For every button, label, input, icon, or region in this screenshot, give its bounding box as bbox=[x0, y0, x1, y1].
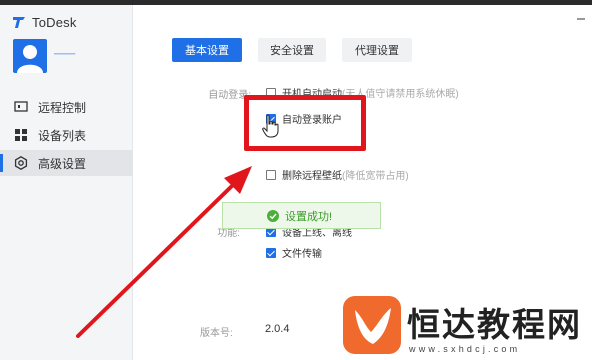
sidebar-item-label: 远程控制 bbox=[38, 100, 87, 115]
remove-wallpaper-label: 删除远程壁纸 bbox=[282, 171, 342, 182]
tab-basic-settings[interactable]: 基本设置 bbox=[172, 38, 242, 62]
tab-label: 代理设置 bbox=[355, 45, 399, 57]
sidebar-item-label: 高级设置 bbox=[38, 156, 87, 171]
file-transfer-option[interactable]: 文件传输 bbox=[266, 245, 322, 260]
check-circle-icon bbox=[267, 210, 279, 222]
version-value: 2.0.4 bbox=[265, 323, 290, 335]
username: ─── bbox=[54, 49, 76, 60]
user-avatar-icon bbox=[17, 45, 43, 73]
toast-message: 设置成功! bbox=[285, 210, 333, 223]
version-label: 版本号: bbox=[200, 328, 233, 339]
tab-label: 基本设置 bbox=[185, 45, 229, 57]
app-title: ToDesk bbox=[32, 14, 77, 30]
avatar[interactable] bbox=[13, 39, 47, 73]
sidebar-item-remote-control[interactable]: 远程控制 bbox=[0, 94, 133, 120]
remove-wallpaper-checkbox[interactable] bbox=[266, 169, 276, 180]
file-transfer-checkbox[interactable] bbox=[266, 247, 276, 258]
sidebar-item-advanced-settings[interactable]: 高级设置 bbox=[0, 150, 133, 176]
grid-icon bbox=[15, 129, 27, 141]
brand: ToDesk bbox=[12, 13, 77, 31]
watermark-url: www.sxhdcj.com bbox=[409, 344, 521, 354]
gear-icon bbox=[14, 156, 28, 170]
remove-wallpaper-hint: (降低宽带占用) bbox=[342, 171, 409, 182]
watermark-text: 恒达教程网 bbox=[407, 305, 582, 344]
success-toast: 设置成功! bbox=[222, 202, 381, 229]
watermark-logo bbox=[343, 296, 401, 354]
sidebar-item-device-list[interactable]: 设备列表 bbox=[0, 122, 133, 148]
autologin-section-label: 自动登录: bbox=[208, 90, 251, 101]
tab-label: 安全设置 bbox=[270, 45, 314, 57]
remove-wallpaper-option[interactable]: 删除远程壁纸 (降低宽带占用) bbox=[266, 167, 409, 182]
monitor-icon bbox=[14, 101, 28, 112]
sidebar-item-label: 设备列表 bbox=[38, 128, 87, 143]
bird-logo-icon bbox=[355, 308, 391, 344]
watermark: 恒达教程网 www.sxhdcj.com bbox=[343, 296, 592, 360]
hand-cursor-icon bbox=[262, 114, 279, 138]
sidebar: ToDesk ─── 远程控制 设备列表 高级设置 bbox=[0, 5, 133, 360]
tab-security-settings[interactable]: 安全设置 bbox=[258, 38, 326, 62]
file-transfer-label: 文件传输 bbox=[282, 249, 322, 260]
todesk-logo-icon bbox=[13, 17, 25, 28]
tab-proxy-settings[interactable]: 代理设置 bbox=[342, 38, 412, 62]
minimize-icon[interactable] bbox=[576, 14, 586, 24]
